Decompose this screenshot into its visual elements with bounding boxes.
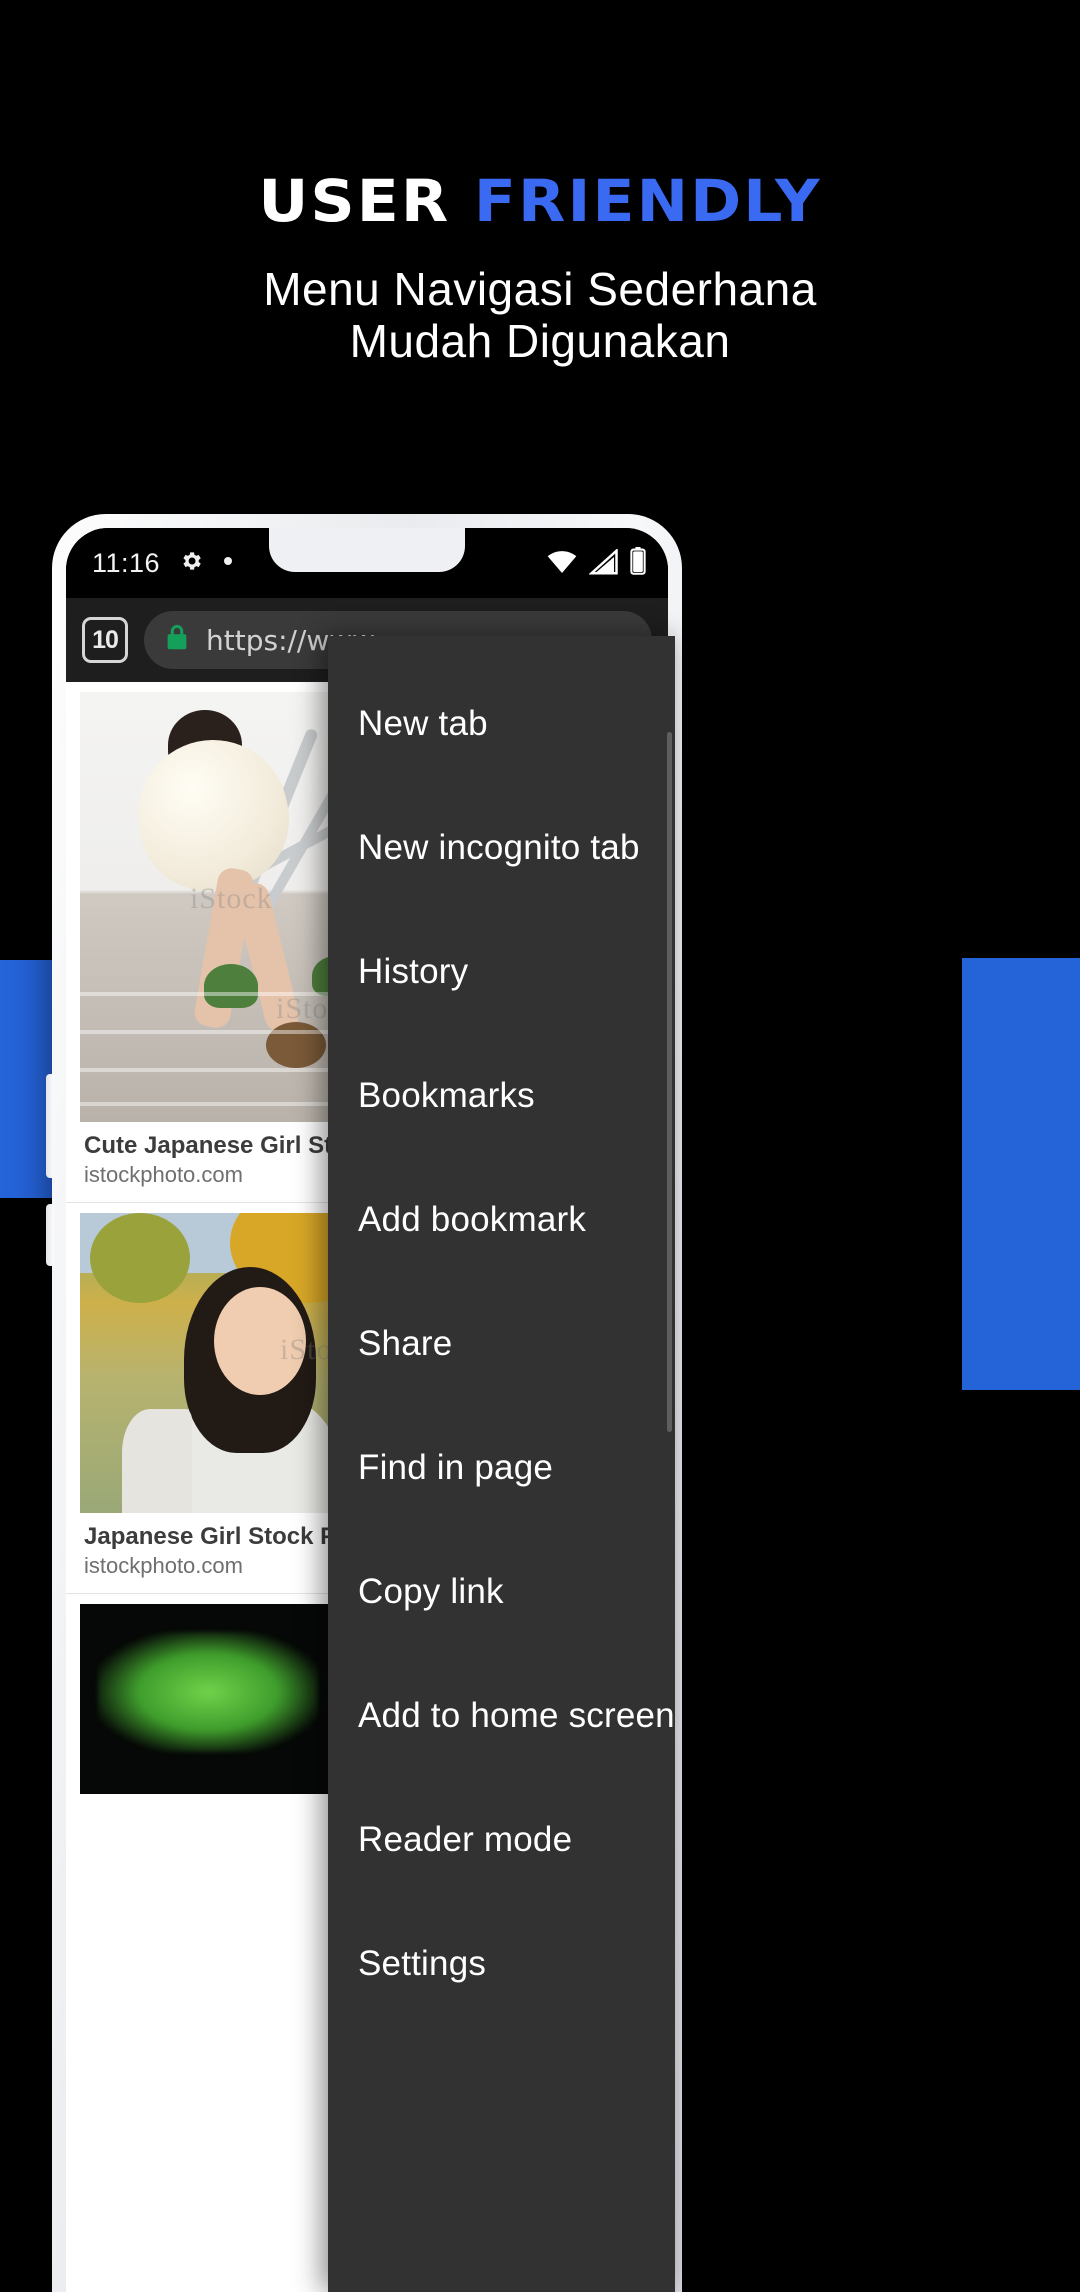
menu-item-reader-mode[interactable]: Reader mode (328, 1778, 675, 1902)
menu-scrollbar[interactable] (667, 732, 672, 1432)
tab-counter-button[interactable]: 10 (82, 617, 128, 663)
promo-subtitle: Menu Navigasi Sederhana Mudah Digunakan (0, 263, 1080, 368)
menu-item-copy-link[interactable]: Copy link (328, 1530, 675, 1654)
browser-overflow-menu: New tab New incognito tab History Bookma… (328, 636, 675, 2292)
brand-logo: USER FRIENDLY (0, 172, 1080, 230)
promo-headline: USER FRIENDLY Menu Navigasi Sederhana Mu… (0, 172, 1080, 368)
phone-volume-button (46, 1074, 54, 1178)
menu-item-find-in-page[interactable]: Find in page (328, 1406, 675, 1530)
wifi-icon (546, 549, 578, 580)
menu-item-share[interactable]: Share (328, 1282, 675, 1406)
status-bar-left: 11:16 (92, 548, 234, 579)
promo-subtitle-line1: Menu Navigasi Sederhana (263, 263, 817, 315)
status-bar-clock: 11:16 (92, 547, 161, 578)
battery-icon (630, 546, 646, 580)
background-band-right (962, 958, 1080, 1390)
lock-icon (164, 623, 190, 658)
promo-screenshot: USER FRIENDLY Menu Navigasi Sederhana Mu… (0, 0, 1080, 2292)
menu-item-new-incognito-tab[interactable]: New incognito tab (328, 786, 675, 910)
promo-subtitle-line2: Mudah Digunakan (349, 314, 731, 367)
menu-item-add-bookmark[interactable]: Add bookmark (328, 1158, 675, 1282)
menu-item-settings[interactable]: Settings (328, 1902, 675, 2026)
menu-item-new-tab[interactable]: New tab (328, 662, 675, 786)
phone-notch (269, 528, 465, 572)
menu-item-bookmarks[interactable]: Bookmarks (328, 1034, 675, 1158)
signal-icon (588, 547, 619, 580)
menu-item-history[interactable]: History (328, 910, 675, 1034)
status-bar-right (546, 546, 646, 580)
brand-logo-second: FRIENDLY (473, 167, 822, 235)
menu-item-add-to-home-screen[interactable]: Add to home screen (328, 1654, 675, 1778)
phone-power-button (46, 1204, 54, 1266)
gear-icon (178, 548, 204, 579)
brand-logo-first: USER (258, 167, 451, 235)
dot-icon (222, 554, 234, 572)
